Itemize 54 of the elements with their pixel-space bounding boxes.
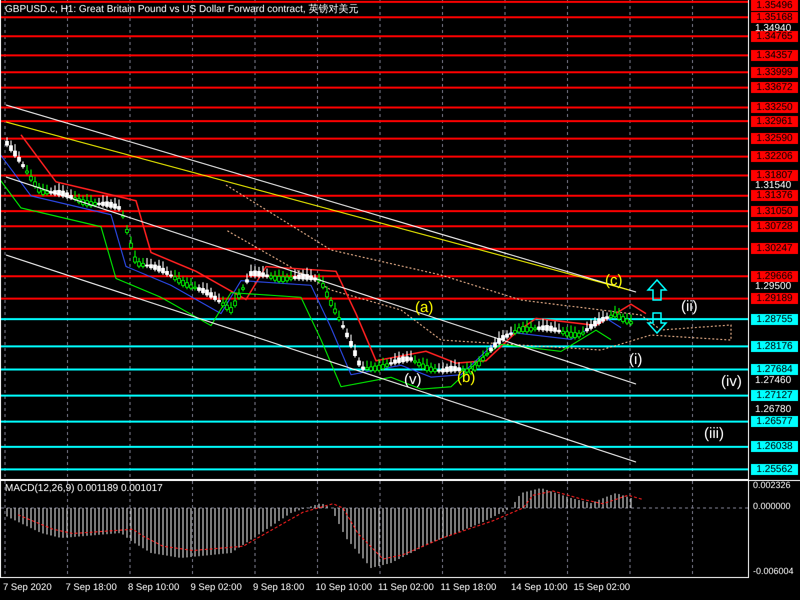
chart-title: GBPUSD.c, H1: Great Britain Pound vs US Dollar Forward contract, 英镑对美元	[5, 2, 358, 16]
price-tick-label: 1.27460	[755, 376, 792, 384]
price-level-label: 1.33999	[751, 66, 798, 78]
wave-label: (ii)	[681, 298, 698, 316]
price-level-label: 1.31376	[751, 190, 798, 202]
wave-label: (i)	[629, 351, 642, 369]
time-tick-label: 10 Sep 10:00	[316, 582, 372, 593]
price-tick-label: 1.29500	[755, 282, 792, 291]
wave-label: (v)	[404, 371, 422, 389]
price-level-label: 1.26577	[751, 416, 798, 428]
price-level-label: 1.33250	[751, 102, 798, 114]
price-level-label: 1.31050	[751, 206, 798, 217]
price-level-label: 1.32961	[751, 116, 798, 127]
wave-label: (b)	[457, 369, 476, 387]
price-level-label: 1.33672	[751, 82, 798, 94]
time-tick-label: 7 Sep 2020	[3, 582, 52, 593]
price-level-label: 1.27684	[751, 364, 798, 375]
price-level-label: 1.30728	[751, 220, 798, 232]
price-tick-label: 1.26780	[755, 405, 792, 414]
time-tick-label: 14 Sep 10:00	[511, 582, 568, 593]
price-level-label: 1.27127	[751, 390, 798, 402]
price-level-label: 1.26038	[751, 441, 798, 452]
up-arrow-icon	[646, 278, 668, 301]
time-tick-label: 9 Sep 02:00	[190, 582, 242, 593]
price-level-label: 1.35168	[751, 12, 798, 23]
price-level-label: 1.25562	[751, 464, 798, 475]
price-level-label: 1.28755	[751, 314, 798, 325]
wave-label: (c)	[605, 272, 622, 290]
time-tick-label: 11 Sep 18:00	[440, 582, 496, 593]
price-level-label: 1.29666	[751, 270, 798, 282]
price-level-label: 1.28176	[751, 340, 798, 352]
price-tick-label: 1.34940	[755, 24, 792, 32]
macd-title: MACD(12,26,9) 0.001189 0.001017	[5, 483, 163, 494]
wave-label: (a)	[415, 299, 434, 317]
price-tick-label: 1.31540	[755, 181, 792, 190]
time-tick-label: 9 Sep 18:00	[253, 582, 304, 593]
time-tick-label: 7 Sep 18:00	[66, 582, 117, 593]
time-tick-label: 8 Sep 10:00	[128, 582, 180, 593]
price-level-label: 1.32206	[751, 151, 798, 162]
price-level-label: 1.34357	[751, 50, 798, 61]
time-tick-label: 11 Sep 02:00	[378, 582, 434, 593]
price-level-label: 1.31807	[751, 170, 798, 181]
price-level-label: 1.34765	[751, 30, 798, 42]
time-tick-label: 15 Sep 02:00	[574, 582, 630, 593]
price-level-label: 1.32590	[751, 133, 798, 144]
price-level-label: 1.30247	[751, 243, 798, 254]
wave-label: (iv)	[721, 373, 742, 391]
macd-tick-label: -0.006004	[753, 567, 794, 576]
price-level-label: 1.29189	[751, 293, 798, 304]
macd-tick-label: 0.000000	[753, 502, 791, 511]
wave-label: (iii)	[704, 425, 724, 443]
down-arrow-icon	[646, 312, 668, 334]
macd-tick-label: 0.002326	[753, 481, 791, 490]
price-level-label: 1.35496	[751, 0, 798, 11]
